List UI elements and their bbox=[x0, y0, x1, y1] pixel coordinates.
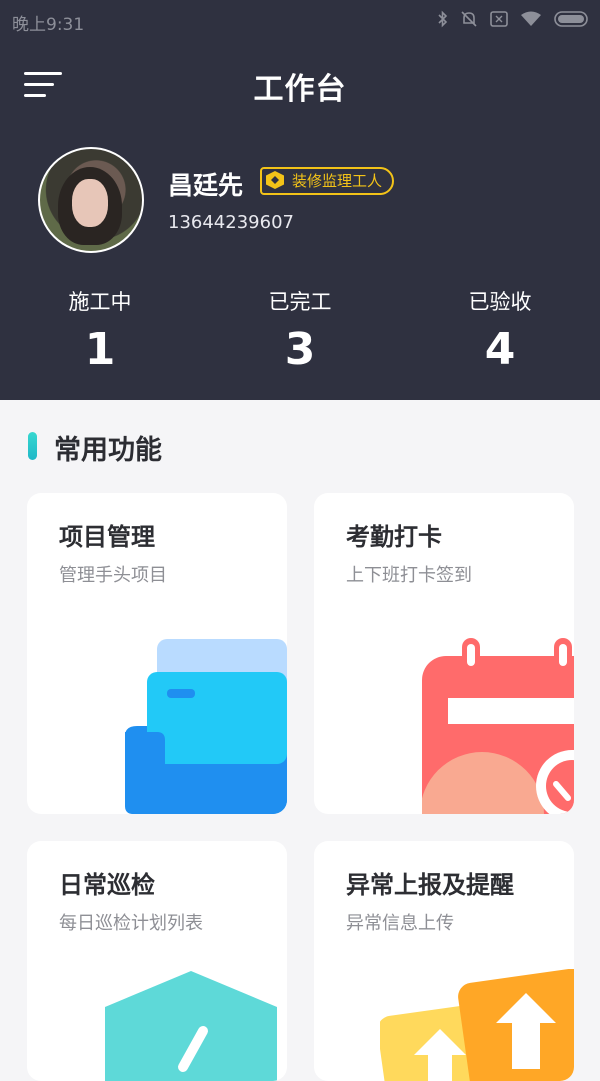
card-subtitle: 管理手头项目 bbox=[59, 565, 167, 586]
card-exception-report[interactable]: 异常上报及提醒 异常信息上传 bbox=[314, 841, 574, 1081]
card-daily-inspection[interactable]: 日常巡检 每日巡检计划列表 bbox=[27, 841, 287, 1081]
status-bar: 晚上9:31 bbox=[0, 0, 600, 42]
card-project-management[interactable]: 项目管理 管理手头项目 bbox=[27, 493, 287, 814]
role-label: 装修监理工人 bbox=[292, 172, 383, 190]
badge-icon bbox=[266, 171, 284, 189]
stat-label: 施工中 bbox=[68, 290, 132, 314]
page-title: 工作台 bbox=[253, 72, 347, 107]
header: 晚上9:31 工作台 昌廷先 装修监理工人 13644239607 施工中 1 … bbox=[0, 0, 600, 400]
battery-icon bbox=[554, 10, 590, 33]
status-time: 晚上9:31 bbox=[12, 15, 85, 35]
card-title: 考勤打卡 bbox=[346, 523, 442, 551]
mute-icon bbox=[460, 10, 478, 33]
card-attendance[interactable]: 考勤打卡 上下班打卡签到 bbox=[314, 493, 574, 814]
inspection-icon bbox=[105, 971, 277, 1081]
calendar-icon bbox=[422, 638, 574, 814]
status-icons bbox=[438, 10, 590, 33]
card-title: 日常巡检 bbox=[59, 871, 155, 899]
card-title: 项目管理 bbox=[59, 523, 155, 551]
section-title: 常用功能 bbox=[54, 435, 162, 466]
card-subtitle: 异常信息上传 bbox=[346, 913, 454, 934]
user-name: 昌廷先 bbox=[168, 171, 244, 200]
stat-label: 已完工 bbox=[268, 290, 332, 314]
card-title: 异常上报及提醒 bbox=[346, 871, 514, 899]
stat-completed[interactable]: 已完工 3 bbox=[200, 286, 400, 375]
upload-icon bbox=[380, 969, 574, 1081]
stat-value: 4 bbox=[484, 324, 516, 375]
bluetooth-icon bbox=[438, 10, 448, 33]
stat-value: 3 bbox=[284, 324, 316, 375]
card-subtitle: 每日巡检计划列表 bbox=[59, 913, 203, 934]
avatar[interactable] bbox=[38, 147, 144, 253]
role-badge: 装修监理工人 bbox=[260, 167, 395, 195]
stat-in-progress[interactable]: 施工中 1 bbox=[0, 286, 200, 375]
card-subtitle: 上下班打卡签到 bbox=[346, 565, 472, 586]
sim-icon bbox=[490, 11, 508, 32]
wifi-icon bbox=[520, 11, 542, 32]
folder-icon bbox=[125, 639, 287, 814]
section-marker bbox=[28, 432, 37, 460]
stat-accepted[interactable]: 已验收 4 bbox=[400, 286, 600, 375]
stat-label: 已验收 bbox=[468, 290, 532, 314]
user-phone: 13644239607 bbox=[168, 212, 294, 233]
stat-value: 1 bbox=[84, 324, 116, 375]
